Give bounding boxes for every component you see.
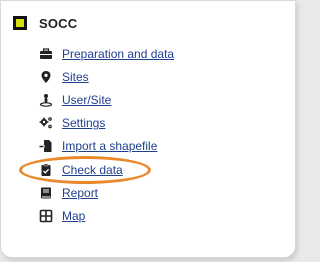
menu-item-label[interactable]: Sites	[62, 70, 89, 84]
user-location-icon	[39, 93, 53, 107]
menu-item-label[interactable]: Import a shapefile	[62, 139, 157, 153]
grid-map-icon	[39, 209, 53, 223]
map-pin-icon	[39, 70, 53, 84]
menu-item-report[interactable]: Report	[39, 181, 269, 204]
navigation-menu: Preparation and data Sites User/Site Set…	[39, 42, 269, 228]
menu-item-preparation-and-data[interactable]: Preparation and data	[39, 42, 269, 65]
menu-item-import-shapefile[interactable]: Import a shapefile	[39, 135, 269, 158]
menu-item-map[interactable]: Map	[39, 204, 269, 227]
app-logo-icon	[13, 16, 27, 30]
book-icon	[39, 186, 53, 200]
menu-item-label[interactable]: User/Site	[62, 93, 111, 107]
menu-item-label[interactable]: Check data	[62, 163, 123, 177]
file-import-icon	[39, 139, 53, 153]
screenshot-stage: SOCC Preparation and data Sites User/Sit…	[0, 0, 300, 262]
menu-item-label[interactable]: Report	[62, 186, 98, 200]
toolbox-icon	[39, 47, 53, 61]
menu-item-label[interactable]: Map	[62, 209, 85, 223]
menu-panel: SOCC Preparation and data Sites User/Sit…	[0, 0, 296, 258]
app-title: SOCC	[39, 15, 78, 31]
menu-item-check-data[interactable]: Check data	[39, 158, 269, 181]
clipboard-check-icon	[39, 163, 53, 177]
menu-item-label[interactable]: Settings	[62, 116, 105, 130]
menu-item-sites[interactable]: Sites	[39, 65, 269, 88]
gears-icon	[39, 116, 53, 130]
menu-item-settings[interactable]: Settings	[39, 112, 269, 135]
app-logo-accent	[16, 19, 24, 27]
panel-header: SOCC	[13, 13, 77, 33]
menu-item-user-site[interactable]: User/Site	[39, 88, 269, 111]
menu-item-label[interactable]: Preparation and data	[62, 47, 174, 61]
